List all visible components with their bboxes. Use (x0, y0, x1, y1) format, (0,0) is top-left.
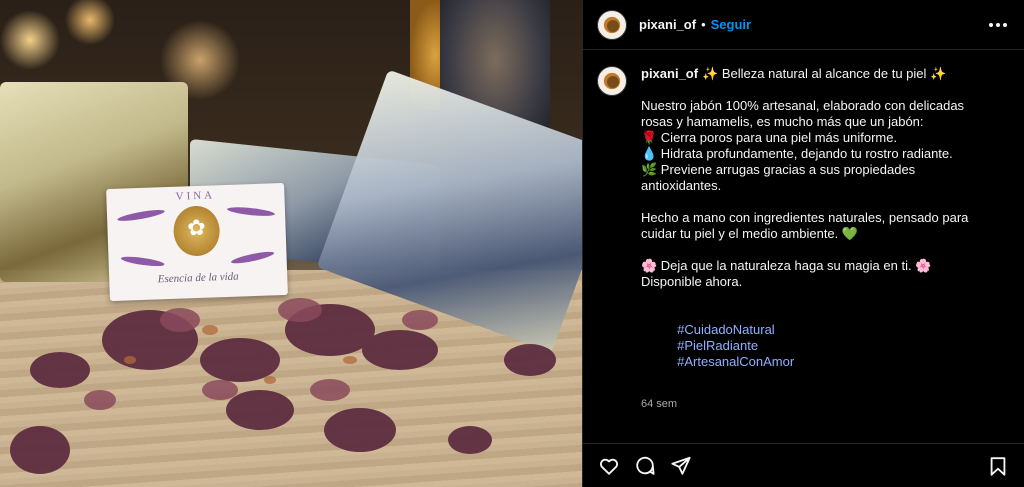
caption-avatar[interactable] (597, 66, 627, 96)
caption-headline: ✨ Belleza natural al alcance de tu piel … (702, 66, 947, 81)
caption-line: 💧 Hidrata profundamente, dejando tu rost… (641, 146, 953, 161)
more-horizontal-icon (989, 22, 1007, 27)
caption-line: Hecho a mano con ingredientes naturales,… (641, 210, 973, 241)
hashtags: #CuidadoNatural #PielRadiante #Artesanal… (641, 306, 997, 386)
caption: pixani_of ✨ Belleza natural al alcance de… (641, 66, 997, 412)
save-button[interactable] (984, 452, 1012, 480)
caption-area: pixani_of ✨ Belleza natural al alcance de… (583, 50, 1024, 412)
instagram-post: VINA ✿ Esencia de la vida pixani_of • Se… (0, 0, 1024, 487)
hashtag-link[interactable]: #CuidadoNatural (677, 322, 775, 337)
caption-line: Nuestro jabón 100% artesanal, elaborado … (641, 98, 968, 129)
hashtag-link[interactable]: #ArtesanalConAmor (677, 354, 794, 369)
post-details-panel: pixani_of • Seguir pixani_of ✨ Belleza na… (582, 0, 1024, 487)
bookmark-icon (990, 456, 1006, 476)
like-button[interactable] (595, 452, 623, 480)
share-button[interactable] (667, 452, 695, 480)
share-icon (671, 456, 691, 475)
comment-button[interactable] (631, 452, 659, 480)
caption-username[interactable]: pixani_of (641, 66, 698, 81)
action-bar (583, 443, 1024, 487)
caption-line: pixani_of ✨ Belleza natural al alcance de… (641, 66, 997, 82)
post-header: pixani_of • Seguir (583, 0, 1024, 50)
follow-button[interactable]: Seguir (711, 17, 751, 32)
avatar[interactable] (597, 9, 627, 40)
caption-line: 🌿 Previene arrugas gracias a sus propied… (641, 162, 919, 193)
post-photo[interactable]: VINA ✿ Esencia de la vida (0, 0, 582, 487)
more-options-button[interactable] (986, 13, 1010, 37)
caption-line: 🌹 Cierra poros para una piel más uniform… (641, 130, 898, 145)
caption-line: Disponible ahora. (641, 274, 743, 289)
separator-dot: • (701, 17, 706, 32)
header-username[interactable]: pixani_of (639, 17, 696, 32)
hashtag-link[interactable]: #PielRadiante (677, 338, 758, 353)
dried-rose-petals (10, 298, 556, 474)
post-timestamp[interactable]: 64 sem (641, 396, 997, 412)
comment-icon (636, 456, 655, 475)
caption-line: 🌸 Deja que la naturaleza haga su magia e… (641, 258, 932, 273)
heart-icon (600, 458, 618, 475)
